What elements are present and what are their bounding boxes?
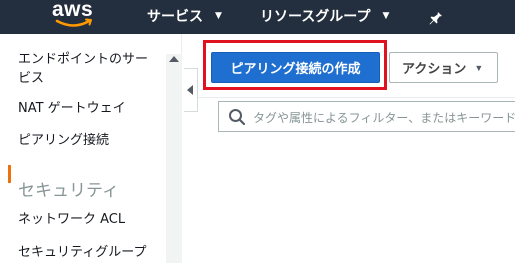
aws-logo[interactable]: aws bbox=[52, 0, 98, 30]
resource-groups-label: リソースグループ bbox=[260, 9, 371, 25]
sidebar-item-label: エンドポイントのサー bbox=[18, 52, 149, 67]
chevron-down-icon: ▼ bbox=[474, 62, 484, 73]
create-button-label: ピアリング接続の作成 bbox=[230, 61, 361, 76]
sidebar: エンドポイントのサー ビス NAT ゲートウェイ ピアリング接続 セキュリティ … bbox=[0, 34, 182, 263]
search-placeholder: タグや属性によるフィルター、またはキーワード bbox=[253, 111, 515, 125]
search-input[interactable]: タグや属性によるフィルター、またはキーワード bbox=[218, 101, 515, 132]
sidebar-item-endpoint-services[interactable]: エンドポイントのサー ビス bbox=[18, 50, 148, 88]
pin-icon[interactable] bbox=[427, 9, 443, 25]
top-navigation-bar: aws サービス ▼ リソースグループ ▼ bbox=[0, 0, 515, 34]
sidebar-item-security-groups[interactable]: セキュリティグループ bbox=[18, 243, 146, 262]
sidebar-item-label: NAT ゲートウェイ bbox=[18, 101, 126, 116]
sidebar-item-peering-connections[interactable]: ピアリング接続 bbox=[18, 131, 109, 150]
sidebar-section-security: セキュリティ bbox=[18, 181, 119, 201]
sidebar-scrollbar[interactable] bbox=[166, 54, 182, 263]
chevron-left-icon bbox=[187, 85, 193, 95]
actions-button-label: アクション bbox=[402, 61, 467, 76]
services-label: サービス bbox=[147, 9, 203, 25]
chevron-down-icon: ▼ bbox=[382, 11, 390, 21]
sidebar-item-label: セキュリティグループ bbox=[18, 245, 147, 260]
services-menu[interactable]: サービス ▼ bbox=[147, 6, 222, 26]
sidebar-item-nat-gateways[interactable]: NAT ゲートウェイ bbox=[18, 99, 126, 118]
search-icon bbox=[229, 109, 246, 126]
chevron-down-icon: ▼ bbox=[215, 11, 222, 21]
actions-dropdown-button[interactable]: アクション ▼ bbox=[389, 52, 498, 83]
sidebar-item-network-acls[interactable]: ネットワーク ACL bbox=[18, 210, 125, 229]
sidebar-item-label: ピアリング接続 bbox=[18, 133, 110, 148]
collapse-sidebar-button[interactable] bbox=[184, 68, 198, 112]
active-item-indicator bbox=[8, 165, 11, 183]
resource-groups-menu[interactable]: リソースグループ ▼ bbox=[260, 6, 389, 26]
sidebar-item-label: ビス bbox=[18, 71, 45, 86]
scroll-up-arrow-icon[interactable] bbox=[169, 56, 179, 62]
create-peering-connection-button[interactable]: ピアリング接続の作成 bbox=[211, 52, 380, 83]
logo-smile-icon bbox=[55, 18, 92, 27]
sidebar-item-label: ネットワーク ACL bbox=[18, 212, 126, 227]
